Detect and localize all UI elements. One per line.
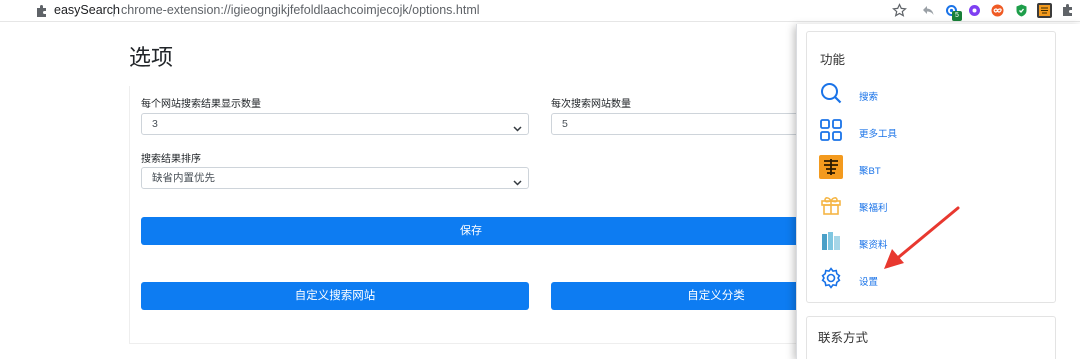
browser-address-bar: easySearch | chrome-extension://igieogng… (0, 0, 1080, 22)
gear-icon[interactable] (819, 266, 843, 290)
extensions-puzzle-icon[interactable] (1061, 3, 1076, 18)
books-icon[interactable] (819, 229, 843, 253)
save-button[interactable]: 保存 (141, 217, 801, 245)
sort-label: 搜索结果排序 (141, 154, 201, 165)
pointer-arrow (884, 206, 960, 269)
page-title: 选项 (129, 45, 174, 70)
url-field[interactable]: chrome-extension://igieogngikjfefoldlaac… (121, 3, 480, 17)
search-icon[interactable] (819, 81, 843, 105)
sort-value: 缺省内置优先 (152, 172, 215, 184)
results-per-site-value: 3 (152, 118, 158, 130)
ju-logo-icon[interactable] (819, 155, 843, 179)
contact-heading: 联系方式 (818, 331, 869, 345)
gift-icon[interactable] (819, 192, 843, 216)
shield-extension-icon[interactable] (1014, 3, 1029, 18)
extension-badge: 5 (952, 11, 962, 21)
results-per-site-select[interactable]: 3 (141, 113, 529, 135)
sites-per-search-value: 5 (562, 118, 568, 130)
puzzle-icon (35, 4, 49, 18)
sort-select[interactable]: 缺省内置优先 (141, 167, 529, 189)
site-name: easySearch (54, 3, 121, 17)
popup-item-search[interactable]: 搜索 (859, 89, 878, 103)
functions-heading: 功能 (820, 53, 846, 67)
popup-item-more-tools[interactable]: 更多工具 (859, 126, 897, 140)
back-arrow-extension-icon[interactable] (921, 3, 936, 18)
results-per-site-label: 每个网站搜索结果显示数量 (141, 99, 261, 110)
url-separator: | (112, 2, 116, 17)
custom-category-button[interactable]: 自定义分类 (551, 282, 801, 310)
sites-per-search-select[interactable]: 5 (551, 113, 811, 135)
custom-sites-button[interactable]: 自定义搜索网站 (141, 282, 529, 310)
popup-item-ju-bt[interactable]: 聚BT (859, 163, 881, 177)
chevron-down-icon (513, 174, 522, 186)
chevron-down-icon (513, 120, 522, 132)
ju-extension-icon[interactable] (1037, 3, 1052, 18)
infinity-extension-icon[interactable] (990, 3, 1005, 18)
grid-icon[interactable] (819, 118, 843, 142)
purple-circle-extension-icon[interactable] (967, 3, 982, 18)
sites-per-search-label: 每次搜索网站数量 (551, 99, 631, 110)
star-icon[interactable] (892, 3, 907, 18)
popup-item-settings[interactable]: 设置 (859, 274, 878, 288)
